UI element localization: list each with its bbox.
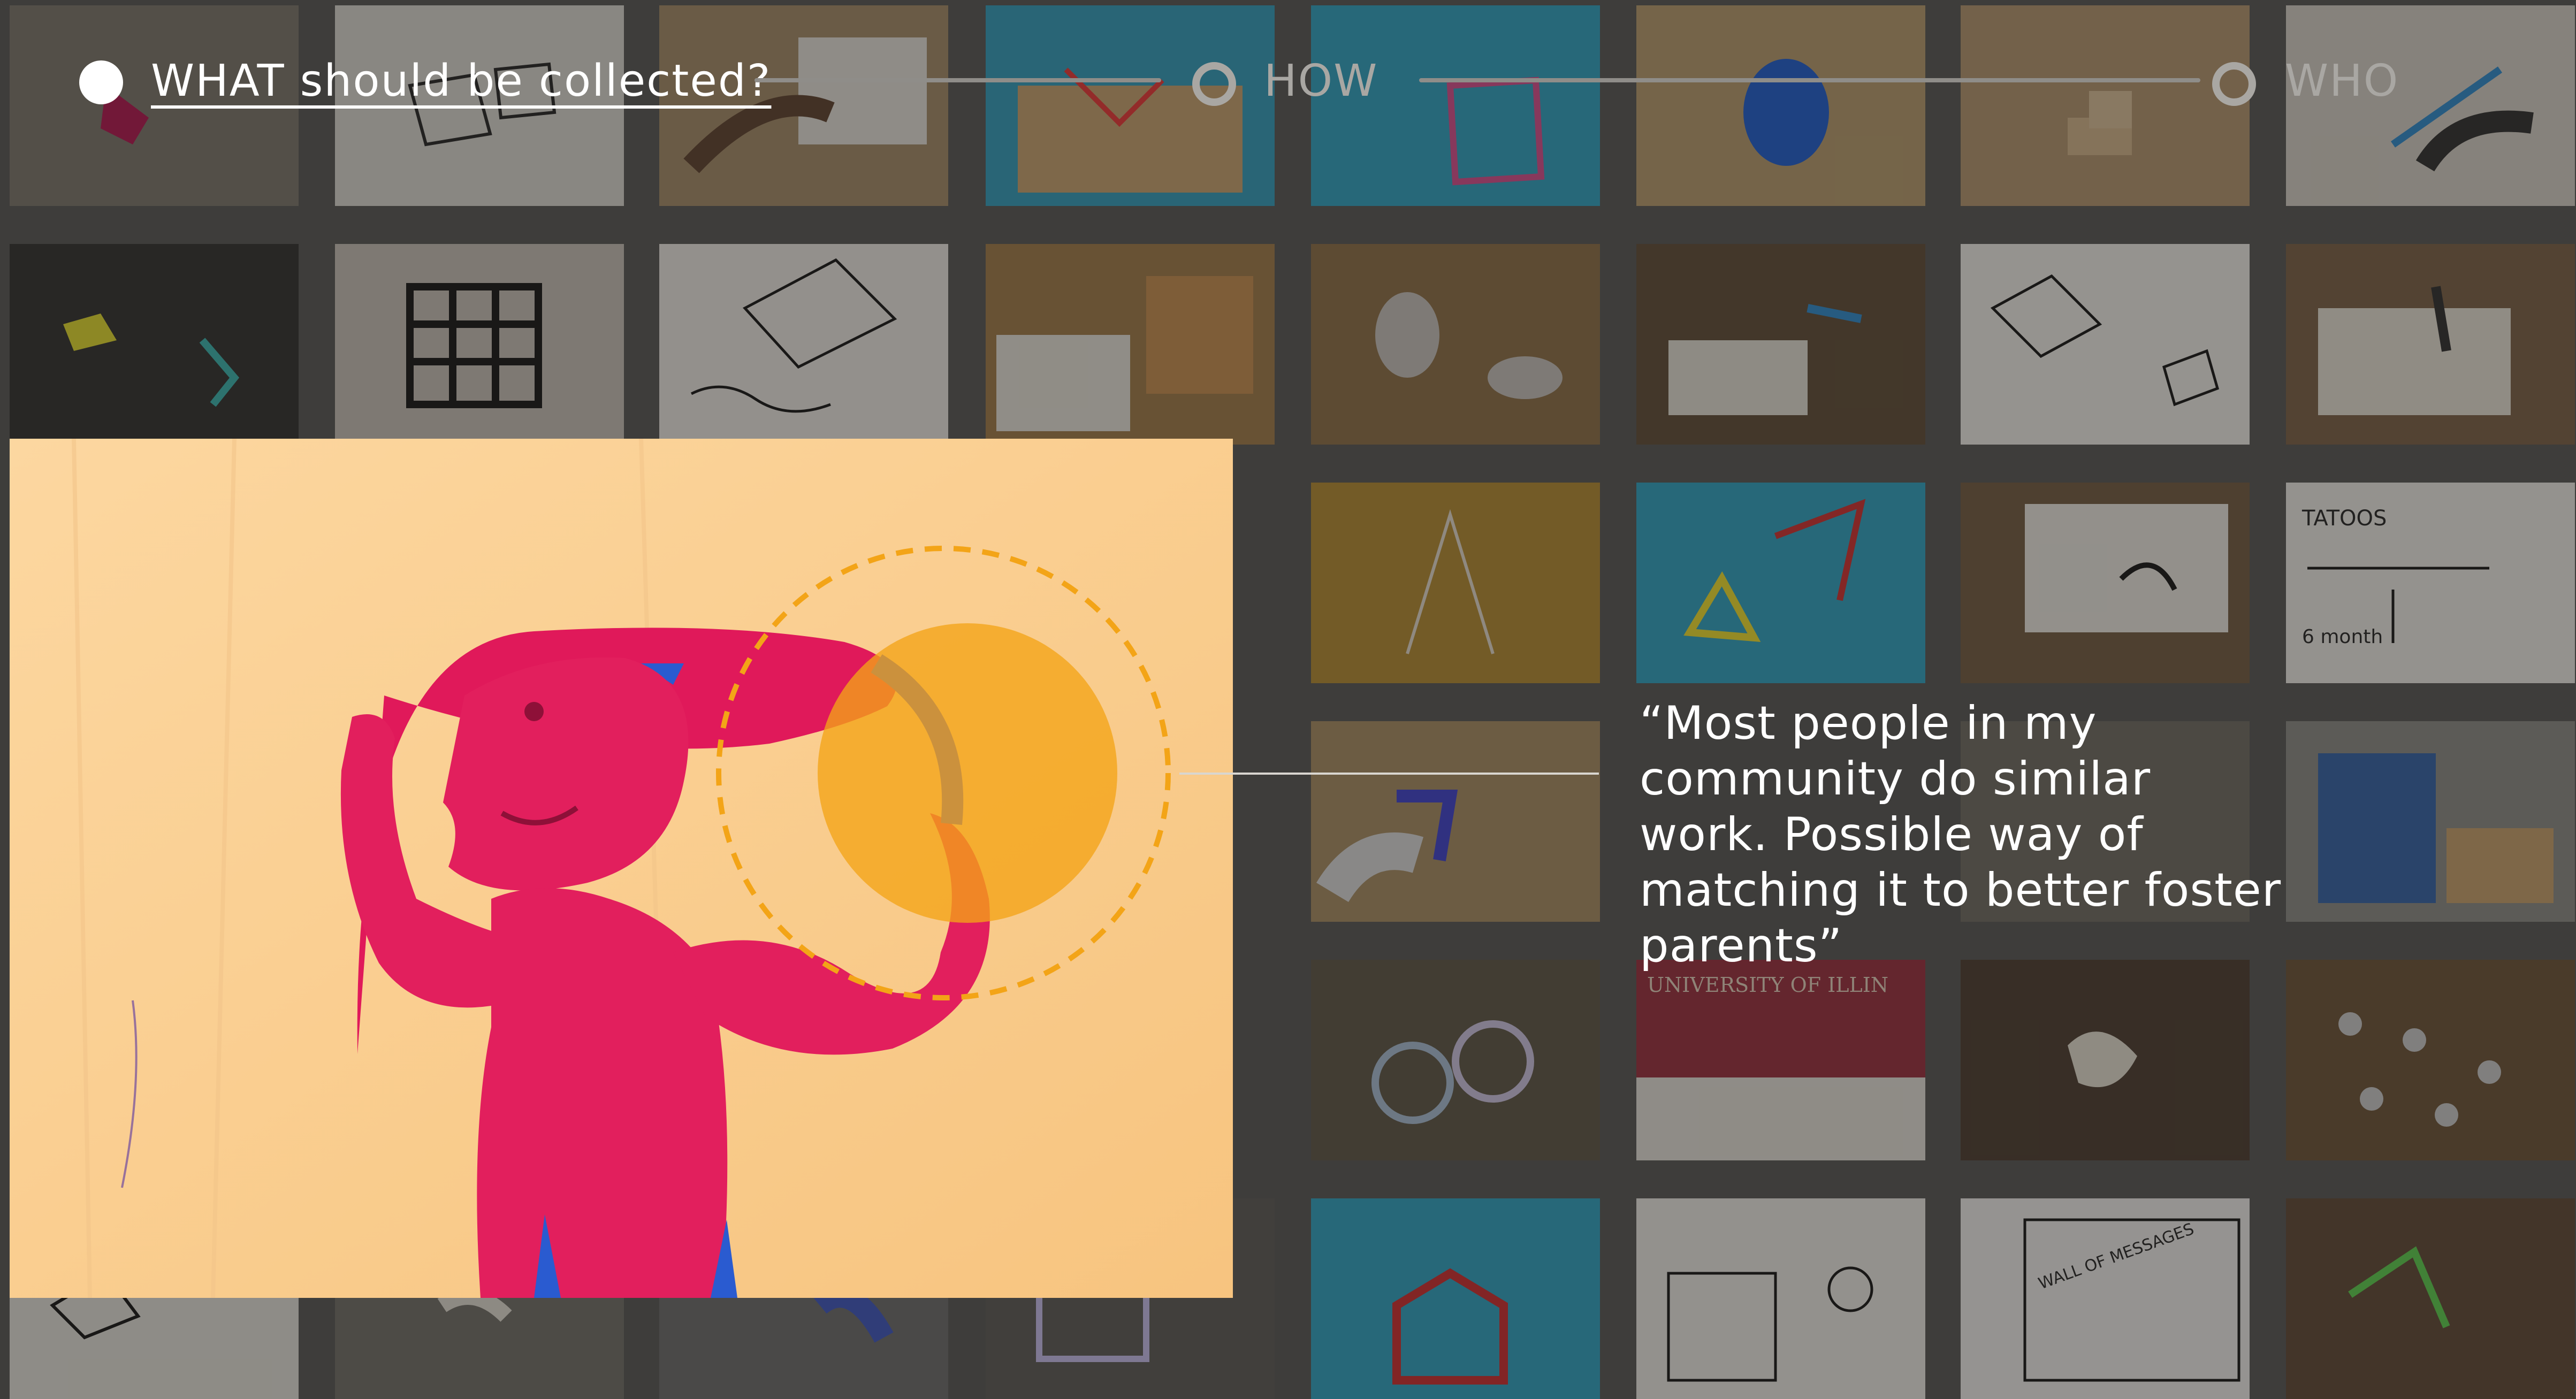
wall-of-messages-text: WALL OF MESSAGES [2036,1220,2197,1294]
featured-photo [10,439,1233,1298]
gallery-thumbnail[interactable] [1961,244,2250,445]
gallery-thumbnail[interactable] [986,244,1275,445]
gallery-thumbnail[interactable] [2286,244,2575,445]
step-how-indicator-icon[interactable] [1192,62,1236,106]
callout-connector [1179,773,1599,775]
step-what-indicator-icon[interactable] [79,60,123,104]
step-how-link[interactable]: HOW [1264,55,1378,108]
gallery-thumbnail[interactable] [1961,960,2250,1160]
gallery-thumbnail[interactable] [1636,1198,1925,1399]
gallery-thumbnail[interactable] [2286,960,2575,1160]
university-sweater-text: UNIVERSITY OF ILLIN [1647,973,1888,997]
gallery-thumbnail[interactable] [1311,960,1600,1160]
gallery-thumbnail[interactable]: TATOOS 6 month [2286,483,2575,683]
gallery-thumbnail[interactable]: UNIVERSITY OF ILLIN [1636,960,1925,1160]
timeline-sketch-text: 6 month [2302,626,2383,648]
gallery-thumbnail[interactable] [1311,721,1600,922]
gallery-thumbnail[interactable] [10,244,299,445]
highlight-quote: “Most people in my community do similar … [1640,697,2282,973]
hotspot-fill[interactable] [818,623,1117,923]
step-navigation: WHAT should be collected? HOW WHO [0,0,2576,160]
step-what-link[interactable]: WHAT should be collected? [151,55,771,108]
gallery-thumbnail[interactable] [1311,244,1600,445]
gallery-thumbnail[interactable] [2286,721,2575,922]
gallery-thumbnail[interactable] [1311,483,1600,683]
gallery-thumbnail[interactable] [1961,483,2250,683]
gallery-thumbnail[interactable] [2286,1198,2575,1399]
tattoos-sketch-text: TATOOS [2301,506,2387,531]
gallery-thumbnail[interactable] [659,244,948,445]
gallery-thumbnail[interactable]: WALL OF MESSAGES [1961,1198,2250,1399]
gallery-thumbnail[interactable] [1636,483,1925,683]
step-connector [754,78,1161,82]
gallery-thumbnail[interactable] [1311,1198,1600,1399]
step-who-indicator-icon[interactable] [2212,62,2256,106]
step-who-link[interactable]: WHO [2285,55,2399,108]
gallery-thumbnail[interactable] [1636,244,1925,445]
gallery-thumbnail[interactable] [335,244,624,445]
step-connector [1419,78,2200,82]
